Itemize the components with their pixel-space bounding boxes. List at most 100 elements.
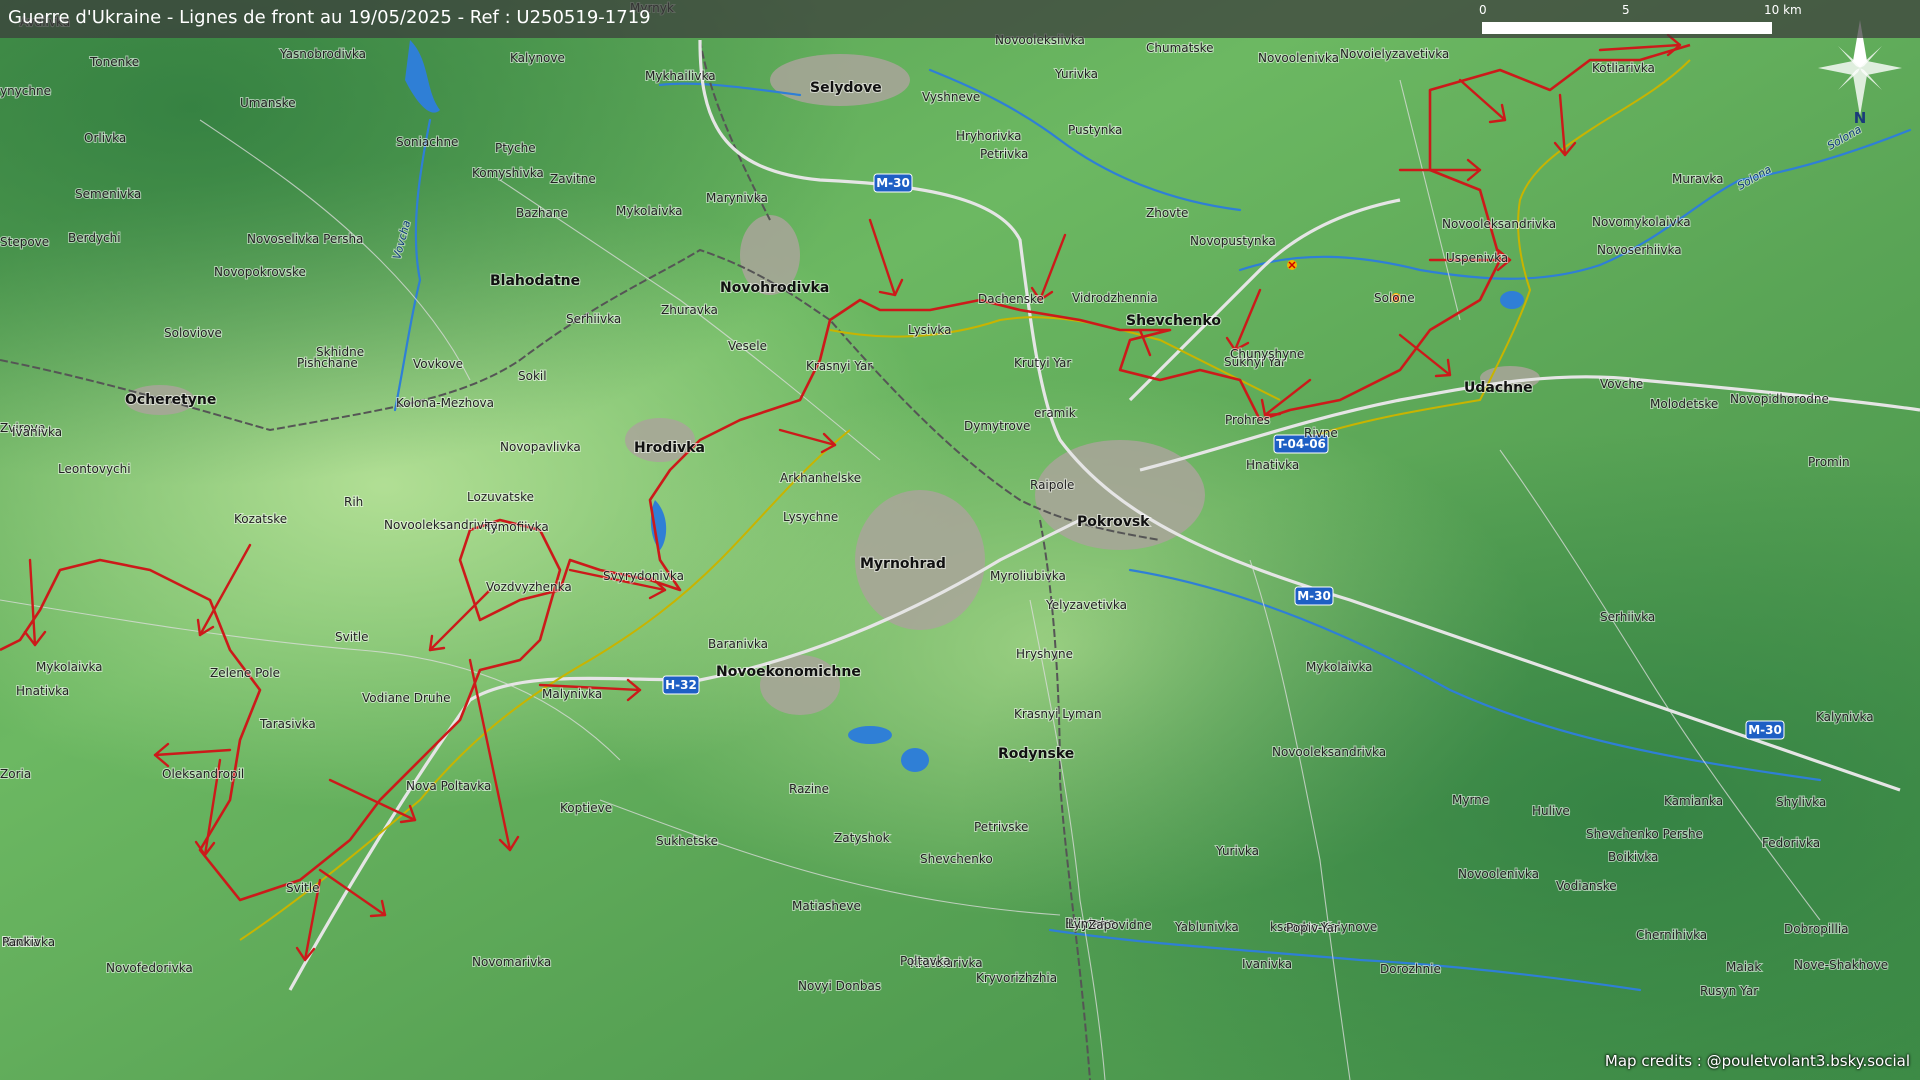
place-label: Dachenske [978, 292, 1044, 306]
place-hrodivka: Hrodivka [634, 440, 705, 456]
place-label: Vovche [1600, 377, 1643, 391]
place-label: Zhovte [1146, 206, 1188, 220]
place-label: Novoolenivka [1258, 51, 1339, 65]
place-label: Razine [789, 782, 829, 796]
place-label: Vodianske [1556, 879, 1617, 893]
place-blahodatne: Blahodatne [490, 273, 580, 289]
place-label: Baranivka [708, 637, 768, 651]
lake-south [901, 748, 929, 772]
place-label: Shylivka [1776, 795, 1826, 809]
place-label: Novomykolaivka [1592, 215, 1691, 229]
place-novohrodivka: Novohrodivka [720, 280, 829, 296]
place-label: Malynivka [542, 687, 602, 701]
road-shield-label: M-30 [876, 176, 910, 190]
scale-label-0: 0 [1479, 3, 1487, 17]
place-label: Svitle [335, 630, 368, 644]
place-label: Kryvorizhzhia [976, 971, 1057, 985]
place-label: Kozatske [234, 512, 287, 526]
place-label: Serhiivka [566, 312, 621, 326]
place-label: Marynivka [706, 191, 768, 205]
place-label: Novopustynka [1190, 234, 1276, 248]
place-label: Krasnyi Yar [806, 359, 872, 373]
place-label: Rih [344, 495, 363, 509]
place-label: Dorozhnie [1380, 962, 1441, 976]
place-label: Hnativka [1246, 458, 1299, 472]
place-label: Vidrodzhennia [1072, 291, 1158, 305]
map-canvas[interactable]: M-30 M-30 M-30 H-32 T-04-06 Vovcha Solon… [0, 0, 1920, 1080]
road-shield-icon: M-30 [1745, 720, 1785, 740]
place-selydove: Selydove [810, 80, 882, 96]
place-label: Pishchane [297, 356, 358, 370]
place-label: Popiv-Yar [1286, 921, 1339, 935]
scale-label-10km: 10 km [1764, 3, 1802, 17]
place-label: Zatyshok [834, 831, 890, 845]
place-label: Ptyche [495, 141, 536, 155]
place-label: Shevchenko Pershe [1586, 827, 1703, 841]
place-label: Maiak [1726, 960, 1761, 974]
place-label: Pustynka [1068, 123, 1122, 137]
place-label: Hryshyne [1016, 647, 1073, 661]
place-label: Yurivka [1054, 67, 1098, 81]
place-label: Yablunivka [1174, 920, 1239, 934]
place-label: Sokil [518, 369, 547, 383]
map-title: Guerre d'Ukraine - Lignes de front au 19… [8, 7, 651, 28]
place-label: Arkhanhelske [780, 471, 861, 485]
place-label: Novoolenivka [1458, 867, 1539, 881]
place-label: Tymofiivka [484, 520, 549, 534]
place-label: Fedorivka [1762, 836, 1820, 850]
place-myrnohrad: Myrnohrad [860, 556, 946, 572]
place-label: Sukhetske [656, 834, 718, 848]
place-label: Oleksandropil [162, 767, 244, 781]
road-shield-label: H-32 [665, 678, 697, 692]
place-rodynske: Rodynske [998, 746, 1074, 762]
place-label: Lysychne [783, 510, 838, 524]
place-label: Dobropillia [1784, 922, 1849, 936]
place-label: Novoserhiivka [1597, 243, 1682, 257]
compass-label: N [1854, 109, 1867, 127]
place-label: Koptieve [560, 801, 612, 815]
lake-udachne [1500, 291, 1524, 309]
place-label: Serhiivka [1600, 610, 1655, 624]
place-label: Rivne [1304, 426, 1338, 440]
place-label: Vodiane Druhe [362, 691, 451, 705]
place-label: Novooleksandrivka [384, 518, 498, 532]
place-label: Uspenivka [1446, 251, 1508, 265]
place-label: Novopokrovske [214, 265, 306, 279]
place-udachne: Udachne [1464, 380, 1533, 396]
lake-myrnohrad [848, 726, 892, 744]
place-label: Chumatske [1146, 41, 1214, 55]
place-label: Vovkove [413, 357, 463, 371]
road-shield-icon: H-32 [662, 675, 700, 695]
place-label: Ivanivka [1242, 957, 1292, 971]
place-label: Semenivka [75, 187, 141, 201]
place-label: Chernihivka [1636, 928, 1707, 942]
place-label: Komyshivka [472, 166, 544, 180]
road-shield-icon: M-30 [873, 173, 913, 193]
place-label: Stepove [0, 235, 49, 249]
place-label: Yurivka [1215, 844, 1259, 858]
place-label: Bazhane [516, 206, 568, 220]
place-label: Promin [1808, 455, 1850, 469]
place-label: Zhuravka [661, 303, 718, 317]
place-pokrovsk: Pokrovsk [1077, 514, 1150, 530]
place-label: Novoselivka Persha [247, 232, 363, 246]
place-label: Novyi Donbas [798, 979, 881, 993]
place-label: Svyrydonivka [603, 569, 684, 583]
place-label: Molodetske [1650, 397, 1718, 411]
place-label: Yasnobrodivka [279, 47, 366, 61]
place-label: Raipole [1030, 478, 1074, 492]
place-label: Kotliarivka [1592, 61, 1655, 75]
place-label: Shevchenko [920, 852, 993, 866]
place-label: Tarasivka [259, 717, 316, 731]
place-label: Novoielyzavetivka [1340, 47, 1449, 61]
place-label: Nova Poltavka [406, 779, 491, 793]
place-label: Berdychi [68, 231, 121, 245]
place-label: Novopavlivka [500, 440, 581, 454]
place-label: Leontovychi [58, 462, 131, 476]
place-label: Mykolaivka [1306, 660, 1373, 674]
place-label: Mykolaivka [36, 660, 103, 674]
place-label: Ivanivka [12, 425, 62, 439]
place-label: Novofedorivka [106, 961, 193, 975]
road-shield-icon: M-30 [1294, 586, 1334, 606]
place-label: Soniachne [396, 135, 458, 149]
